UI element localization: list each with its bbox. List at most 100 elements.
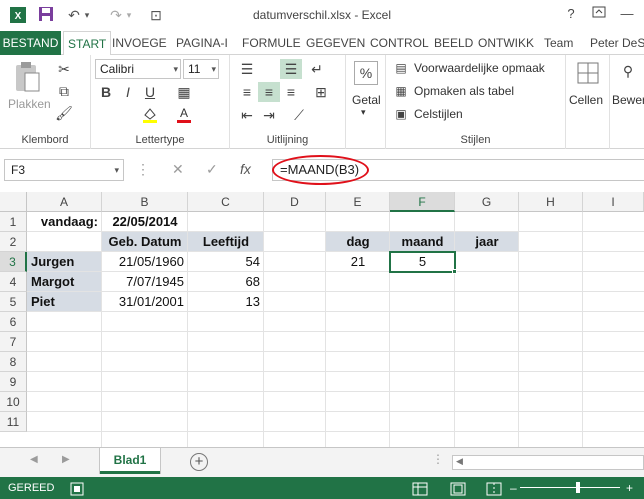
zoom-slider[interactable]: [520, 487, 620, 488]
align-center-icon[interactable]: ≡: [258, 82, 280, 102]
macro-record-icon[interactable]: [70, 477, 84, 499]
zoom-out-icon[interactable]: –: [510, 477, 517, 499]
row-header-6[interactable]: 6: [0, 312, 27, 332]
increase-indent-icon[interactable]: ⇥: [258, 105, 280, 125]
column-header-a[interactable]: A: [27, 192, 102, 212]
user-account[interactable]: Peter DeS...: [586, 31, 644, 55]
edit-button[interactable]: Bewer: [612, 93, 644, 107]
cell-b4[interactable]: 7/07/1945: [102, 272, 188, 292]
row-header-9[interactable]: 9: [0, 372, 27, 392]
column-header-i[interactable]: I: [583, 192, 644, 212]
ribbon-display-icon[interactable]: [586, 4, 612, 24]
column-header-g[interactable]: G: [455, 192, 519, 212]
underline-icon[interactable]: U: [141, 82, 159, 102]
tab-team[interactable]: Team: [540, 31, 577, 55]
sheet-tab-blad1[interactable]: Blad1: [100, 448, 160, 474]
row-header-3[interactable]: 3: [0, 252, 27, 272]
cell-c2[interactable]: Leeftijd: [188, 232, 264, 252]
cell-g2[interactable]: jaar: [455, 232, 519, 252]
cell-a4[interactable]: Margot: [27, 272, 102, 292]
normal-view-icon[interactable]: [412, 477, 428, 499]
paste-button[interactable]: Plakken: [8, 97, 51, 111]
tab-controleren[interactable]: CONTROL: [366, 31, 433, 55]
cell-c5[interactable]: 13: [188, 292, 264, 312]
tab-ontwikkelaars[interactable]: ONTWIKK: [474, 31, 538, 55]
merge-center-icon[interactable]: ⊞: [310, 82, 332, 102]
cell-a5[interactable]: Piet: [27, 292, 102, 312]
cell-e3[interactable]: 21: [326, 252, 390, 272]
cells-icon[interactable]: [576, 61, 600, 85]
row-header-1[interactable]: 1: [0, 212, 27, 232]
previous-sheet-icon[interactable]: ◀: [30, 454, 38, 465]
font-name-combo[interactable]: Calibri ▾: [95, 59, 181, 79]
tab-bestand[interactable]: BESTAND: [0, 31, 61, 55]
cancel-icon[interactable]: ✕: [172, 161, 184, 178]
tab-pagina-indeling[interactable]: PAGINA-I: [172, 31, 232, 55]
tab-invoegen[interactable]: INVOEGE: [108, 31, 171, 55]
cell-b1[interactable]: 22/05/2014: [102, 212, 188, 232]
orientation-icon[interactable]: ⟋: [288, 105, 310, 125]
cell-e2[interactable]: dag: [326, 232, 390, 252]
cut-icon[interactable]: ✂: [54, 59, 74, 79]
cell-b2[interactable]: Geb. Datum: [102, 232, 188, 252]
cell-a3[interactable]: Jurgen: [27, 252, 102, 272]
cell-b3[interactable]: 21/05/1960: [102, 252, 188, 272]
row-header-2[interactable]: 2: [0, 232, 27, 252]
row-header-10[interactable]: 10: [0, 392, 27, 412]
align-right-icon[interactable]: ≡: [280, 82, 302, 102]
format-as-table-button[interactable]: Opmaken als tabel: [414, 84, 514, 98]
copy-icon[interactable]: ⧉: [54, 81, 74, 101]
paste-icon[interactable]: [12, 61, 42, 95]
column-header-c[interactable]: C: [188, 192, 264, 212]
wrap-text-icon[interactable]: ↵: [306, 59, 328, 79]
row-header-8[interactable]: 8: [0, 352, 27, 372]
column-header-d[interactable]: D: [264, 192, 326, 212]
cells-button[interactable]: Cellen: [569, 93, 603, 107]
decrease-indent-icon[interactable]: ⇤: [236, 105, 258, 125]
row-header-7[interactable]: 7: [0, 332, 27, 352]
cell-styles-button[interactable]: Celstijlen: [414, 107, 463, 121]
column-header-e[interactable]: E: [326, 192, 390, 212]
page-layout-icon[interactable]: [450, 477, 466, 499]
worksheet-grid[interactable]: A B C D E F G H I 1 2 3 4 5 6 7 8 9 10 1…: [0, 192, 644, 447]
column-header-h[interactable]: H: [519, 192, 583, 212]
number-format-icon[interactable]: %: [354, 61, 378, 85]
font-color-icon[interactable]: A: [173, 105, 195, 128]
fill-color-icon[interactable]: [139, 105, 161, 128]
column-header-b[interactable]: B: [102, 192, 188, 212]
confirm-icon[interactable]: ✓: [206, 161, 218, 178]
font-size-combo[interactable]: 11 ▾: [183, 59, 219, 79]
cell-a1[interactable]: vandaag:: [27, 212, 102, 232]
scroll-left-icon[interactable]: ◀: [456, 456, 463, 467]
binoculars-icon[interactable]: ⚲: [616, 61, 640, 81]
minimize-button[interactable]: —: [614, 4, 640, 24]
tab-start[interactable]: START: [63, 31, 112, 56]
bold-icon[interactable]: B: [97, 82, 115, 102]
cell-b5[interactable]: 31/01/2001: [102, 292, 188, 312]
row-header-11[interactable]: 11: [0, 412, 27, 432]
fill-handle[interactable]: [452, 269, 457, 274]
insert-function-icon[interactable]: fx: [240, 161, 251, 177]
borders-icon[interactable]: ▦: [175, 82, 193, 102]
column-header-f[interactable]: F: [390, 192, 455, 212]
italic-icon[interactable]: I: [119, 82, 137, 102]
cell-c4[interactable]: 68: [188, 272, 264, 292]
tab-beeld[interactable]: BEELD: [430, 31, 477, 55]
align-left-icon[interactable]: ≡: [236, 82, 258, 102]
zoom-slider-knob[interactable]: [576, 482, 580, 493]
align-bottom-icon[interactable]: ☰: [280, 59, 302, 79]
row-header-5[interactable]: 5: [0, 292, 27, 312]
help-button[interactable]: ?: [558, 4, 584, 24]
number-button[interactable]: Getal: [352, 93, 381, 107]
next-sheet-icon[interactable]: ▶: [62, 454, 70, 465]
cell-c3[interactable]: 54: [188, 252, 264, 272]
zoom-in-icon[interactable]: +: [626, 477, 633, 499]
horizontal-scrollbar[interactable]: ◀: [452, 455, 644, 470]
page-break-icon[interactable]: [486, 477, 502, 499]
tab-formules[interactable]: FORMULE: [238, 31, 305, 55]
tab-gegevens[interactable]: GEGEVEN: [302, 31, 369, 55]
align-top-icon[interactable]: ☰: [236, 59, 258, 79]
conditional-format-button[interactable]: Voorwaardelijke opmaak: [414, 61, 545, 75]
name-box[interactable]: F3 ▾: [4, 159, 124, 181]
select-all-corner[interactable]: [0, 192, 27, 212]
